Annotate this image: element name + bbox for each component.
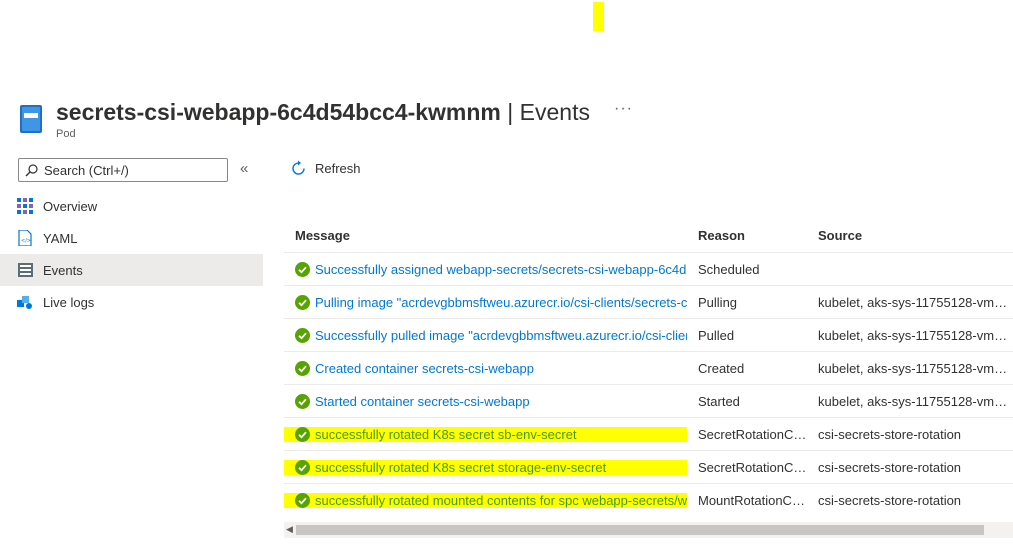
message-link[interactable]: Successfully pulled image "acrdevgbbmsft… xyxy=(315,328,687,343)
source-cell: kubelet, aks-sys-11755128-vmss000000 xyxy=(818,327,1013,343)
table-row[interactable]: successfully rotated K8s secret storage-… xyxy=(284,450,1013,483)
sidebar-item-label: Events xyxy=(43,262,83,278)
sidebar-item-yaml[interactable]: </> YAML xyxy=(0,222,263,254)
message-link[interactable]: Successfully assigned webapp-secrets/sec… xyxy=(315,262,687,277)
sidebar-item-label: Live logs xyxy=(43,294,95,310)
success-check-icon xyxy=(295,360,310,376)
message-cell: Successfully assigned webapp-secrets/sec… xyxy=(284,261,687,277)
scrollbar-thumb[interactable] xyxy=(296,525,984,535)
table-row[interactable]: Pulling image "acrdevgbbmsftweu.azurecr.… xyxy=(284,285,1013,318)
search-box[interactable] xyxy=(18,158,228,182)
source-cell: csi-secrets-store-rotation xyxy=(818,426,962,442)
yaml-file-icon: </> xyxy=(17,230,33,246)
column-header-reason[interactable]: Reason xyxy=(687,228,807,243)
success-check-icon xyxy=(295,426,310,442)
page-header: secrets-csi-webapp-6c4d54bcc4-kwmnm | Ev… xyxy=(18,98,718,146)
table-row[interactable]: successfully rotated K8s secret sb-env-s… xyxy=(284,417,1013,450)
events-list-icon xyxy=(17,262,33,278)
source-cell: kubelet, aks-sys-11755128-vmss000000 xyxy=(818,393,1013,409)
table-row[interactable]: Created container secrets-csi-webapp Cre… xyxy=(284,351,1013,384)
table-row[interactable]: successfully rotated mounted contents fo… xyxy=(284,483,1013,516)
horizontal-scrollbar[interactable]: ◀ xyxy=(284,522,1013,538)
sidebar-item-label: YAML xyxy=(43,230,78,246)
overview-grid-icon xyxy=(17,198,33,214)
column-header-message[interactable]: Message xyxy=(284,228,687,243)
reason-cell: Created xyxy=(698,360,745,376)
resource-type: Pod xyxy=(56,128,76,140)
sidebar-nav: Overview </> YAML Events Live logs xyxy=(0,190,263,318)
sidebar-item-events[interactable]: Events xyxy=(0,254,263,286)
message-link[interactable]: successfully rotated mounted contents fo… xyxy=(315,493,687,508)
refresh-button[interactable]: Refresh xyxy=(290,160,361,177)
column-header-source[interactable]: Source xyxy=(807,228,1013,243)
message-cell: Started container secrets-csi-webapp xyxy=(284,393,687,409)
events-table: Message Reason Source Successfully assig… xyxy=(284,218,1013,516)
message-cell: Pulling image "acrdevgbbmsftweu.azurecr.… xyxy=(284,294,687,310)
message-link[interactable]: Pulling image "acrdevgbbmsftweu.azurecr.… xyxy=(315,295,687,310)
reason-cell: Pulling xyxy=(698,294,738,310)
search-input[interactable] xyxy=(44,162,214,178)
title-separator: | xyxy=(500,99,520,125)
search-icon xyxy=(25,163,38,176)
table-row[interactable]: Successfully pulled image "acrdevgbbmsft… xyxy=(284,318,1013,351)
highlight-mark xyxy=(593,2,604,31)
pod-icon xyxy=(20,105,42,133)
message-cell: successfully rotated K8s secret sb-env-s… xyxy=(284,426,687,442)
message-cell: Created container secrets-csi-webapp xyxy=(284,360,687,376)
message-link[interactable]: Created container secrets-csi-webapp xyxy=(315,361,534,376)
resource-name: secrets-csi-webapp-6c4d54bcc4-kwmnm xyxy=(56,99,501,125)
more-options-button[interactable]: ··· xyxy=(614,98,633,120)
source-cell: kubelet, aks-sys-11755128-vmss000000 xyxy=(818,294,1013,310)
reason-cell: MountRotationComplete xyxy=(698,492,807,508)
success-check-icon xyxy=(295,459,310,475)
source-cell: csi-secrets-store-rotation xyxy=(818,492,962,508)
sidebar-item-live-logs[interactable]: Live logs xyxy=(0,286,263,318)
reason-cell: SecretRotationComplete xyxy=(698,426,807,442)
success-check-icon xyxy=(295,294,310,310)
success-check-icon xyxy=(295,261,310,277)
page-name: Events xyxy=(519,99,590,125)
source-cell: kubelet, aks-sys-11755128-vmss000000 xyxy=(818,360,1013,376)
message-cell: successfully rotated K8s secret storage-… xyxy=(284,459,687,475)
table-row[interactable]: Started container secrets-csi-webapp Sta… xyxy=(284,384,1013,417)
message-cell: Successfully pulled image "acrdevgbbmsft… xyxy=(284,327,687,343)
page-title: secrets-csi-webapp-6c4d54bcc4-kwmnm | Ev… xyxy=(56,98,590,126)
reason-cell: SecretRotationComplete xyxy=(698,459,807,475)
scroll-left-icon[interactable]: ◀ xyxy=(286,524,293,535)
sidebar-item-label: Overview xyxy=(43,198,98,214)
reason-cell: Pulled xyxy=(698,327,735,343)
message-link[interactable]: successfully rotated K8s secret sb-env-s… xyxy=(315,427,577,442)
live-logs-icon xyxy=(17,294,33,310)
refresh-icon xyxy=(292,160,305,175)
reason-cell: Scheduled xyxy=(698,261,760,277)
source-cell: csi-secrets-store-rotation xyxy=(818,459,962,475)
message-link[interactable]: successfully rotated K8s secret storage-… xyxy=(315,460,606,475)
table-row[interactable]: Successfully assigned webapp-secrets/sec… xyxy=(284,252,1013,285)
message-cell: successfully rotated mounted contents fo… xyxy=(284,492,687,508)
reason-cell: Started xyxy=(698,393,740,409)
success-check-icon xyxy=(295,492,310,508)
collapse-sidebar-button[interactable]: « xyxy=(240,160,248,177)
message-link[interactable]: Started container secrets-csi-webapp xyxy=(315,394,530,409)
sidebar-item-overview[interactable]: Overview xyxy=(0,190,263,222)
svg-text:</>: </> xyxy=(21,238,31,244)
success-check-icon xyxy=(295,393,310,409)
refresh-label: Refresh xyxy=(315,161,361,176)
success-check-icon xyxy=(295,327,310,343)
table-header: Message Reason Source xyxy=(284,218,1013,252)
